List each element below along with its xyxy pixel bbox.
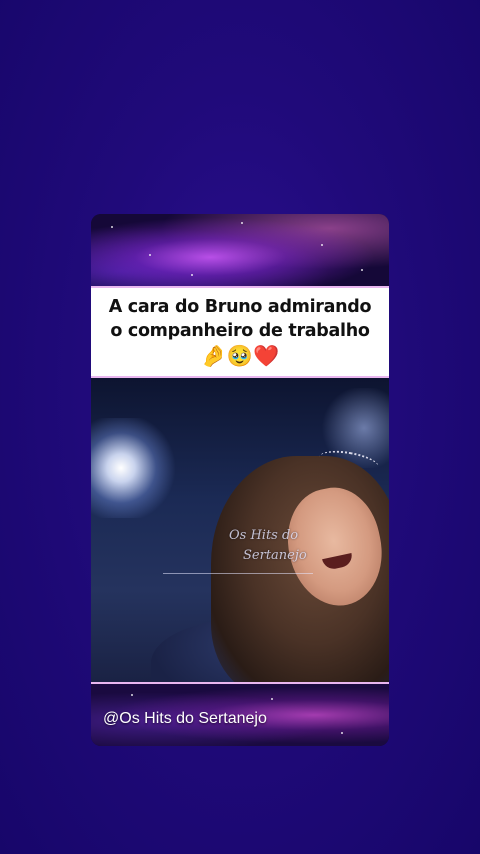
galaxy-banner-top bbox=[91, 214, 389, 286]
channel-handle[interactable]: @Os Hits do Sertanejo bbox=[103, 710, 267, 728]
star-decoration bbox=[341, 732, 343, 734]
star-decoration bbox=[191, 274, 193, 276]
star-decoration bbox=[131, 694, 133, 696]
star-decoration bbox=[361, 269, 363, 271]
watermark-underline bbox=[163, 573, 313, 574]
galaxy-banner-bottom: @Os Hits do Sertanejo bbox=[91, 682, 389, 746]
stage-light bbox=[91, 418, 181, 518]
star-decoration bbox=[149, 254, 151, 256]
caption-emojis: 🤌🥹❤️ bbox=[200, 344, 280, 368]
caption-box: A cara do Bruno admirando o companheiro … bbox=[91, 286, 389, 378]
star-decoration bbox=[241, 222, 243, 224]
star-decoration bbox=[321, 244, 323, 246]
post-card[interactable]: A cara do Bruno admirando o companheiro … bbox=[91, 214, 389, 746]
caption-line-2: o companheiro de trabalho bbox=[110, 321, 370, 341]
watermark-line-2: Sertanejo bbox=[243, 548, 307, 563]
watermark-logo: Os Hits do Sertanejo bbox=[229, 526, 319, 566]
watermark-line-1: Os Hits do bbox=[229, 528, 299, 543]
star-decoration bbox=[271, 698, 273, 700]
video-frame[interactable]: Os Hits do Sertanejo bbox=[91, 378, 389, 682]
star-decoration bbox=[111, 226, 113, 228]
caption-line-1: A cara do Bruno admirando bbox=[108, 297, 372, 317]
